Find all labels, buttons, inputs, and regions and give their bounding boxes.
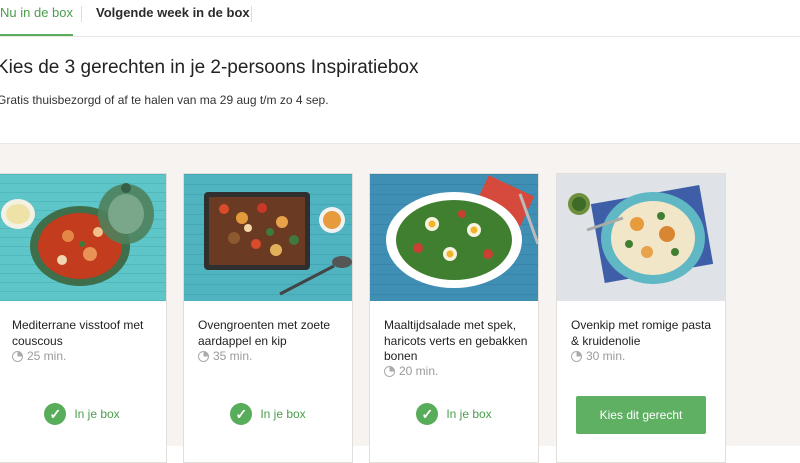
prep-time: 30 min. bbox=[571, 349, 625, 363]
recipe-image bbox=[184, 174, 352, 301]
prep-time: 20 min. bbox=[384, 364, 438, 378]
prep-time-value: 20 min. bbox=[399, 364, 439, 378]
in-box-status[interactable]: ✓ In je box bbox=[184, 403, 352, 425]
delivery-info: Gratis thuisbezorgd of af te halen van m… bbox=[0, 93, 329, 107]
prep-time-value: 35 min. bbox=[213, 349, 253, 363]
recipe-title[interactable]: Ovengroenten met zoete aardappel en kip bbox=[198, 318, 348, 349]
checkmark-icon: ✓ bbox=[230, 403, 253, 425]
in-box-label: In je box bbox=[446, 407, 492, 421]
tab-divider bbox=[251, 6, 252, 22]
in-box-label: In je box bbox=[260, 407, 306, 421]
recipe-image bbox=[0, 174, 166, 301]
recipe-card[interactable]: Ovengroenten met zoete aardappel en kip … bbox=[183, 173, 353, 463]
prep-time: 25 min. bbox=[12, 349, 66, 363]
clock-icon bbox=[571, 350, 582, 362]
recipe-title[interactable]: Mediterrane visstoof met couscous bbox=[12, 318, 162, 349]
checkmark-icon: ✓ bbox=[44, 403, 67, 425]
clock-icon bbox=[12, 350, 23, 362]
recipe-card[interactable]: Ovenkip met romige pasta & kruidenolie 3… bbox=[556, 173, 726, 463]
recipe-title[interactable]: Maaltijdsalade met spek, haricots verts … bbox=[384, 318, 534, 365]
prep-time: 35 min. bbox=[198, 349, 252, 363]
tab-now-in-box[interactable]: Nu in de box bbox=[0, 0, 73, 36]
prep-time-value: 25 min. bbox=[27, 349, 67, 363]
recipe-image bbox=[557, 174, 725, 301]
checkmark-icon: ✓ bbox=[416, 403, 439, 425]
recipe-card[interactable]: Maaltijdsalade met spek, haricots verts … bbox=[369, 173, 539, 463]
clock-icon bbox=[198, 350, 209, 362]
clock-icon bbox=[384, 365, 395, 377]
recipe-image bbox=[370, 174, 538, 301]
in-box-status[interactable]: ✓ In je box bbox=[0, 403, 166, 425]
tab-divider bbox=[81, 6, 82, 22]
choose-recipe-button[interactable]: Kies dit gerecht bbox=[576, 396, 706, 434]
in-box-label: In je box bbox=[74, 407, 120, 421]
recipe-card[interactable]: Mediterrane visstoof met couscous 25 min… bbox=[0, 173, 167, 463]
week-tabs: Nu in de box Volgende week in de box bbox=[0, 0, 800, 37]
page-title: Kies de 3 gerechten in je 2-persoons Ins… bbox=[0, 57, 419, 78]
prep-time-value: 30 min. bbox=[586, 349, 626, 363]
in-box-status[interactable]: ✓ In je box bbox=[370, 403, 538, 425]
tab-next-week[interactable]: Volgende week in de box bbox=[96, 0, 250, 36]
recipe-title[interactable]: Ovenkip met romige pasta & kruidenolie bbox=[571, 318, 721, 349]
